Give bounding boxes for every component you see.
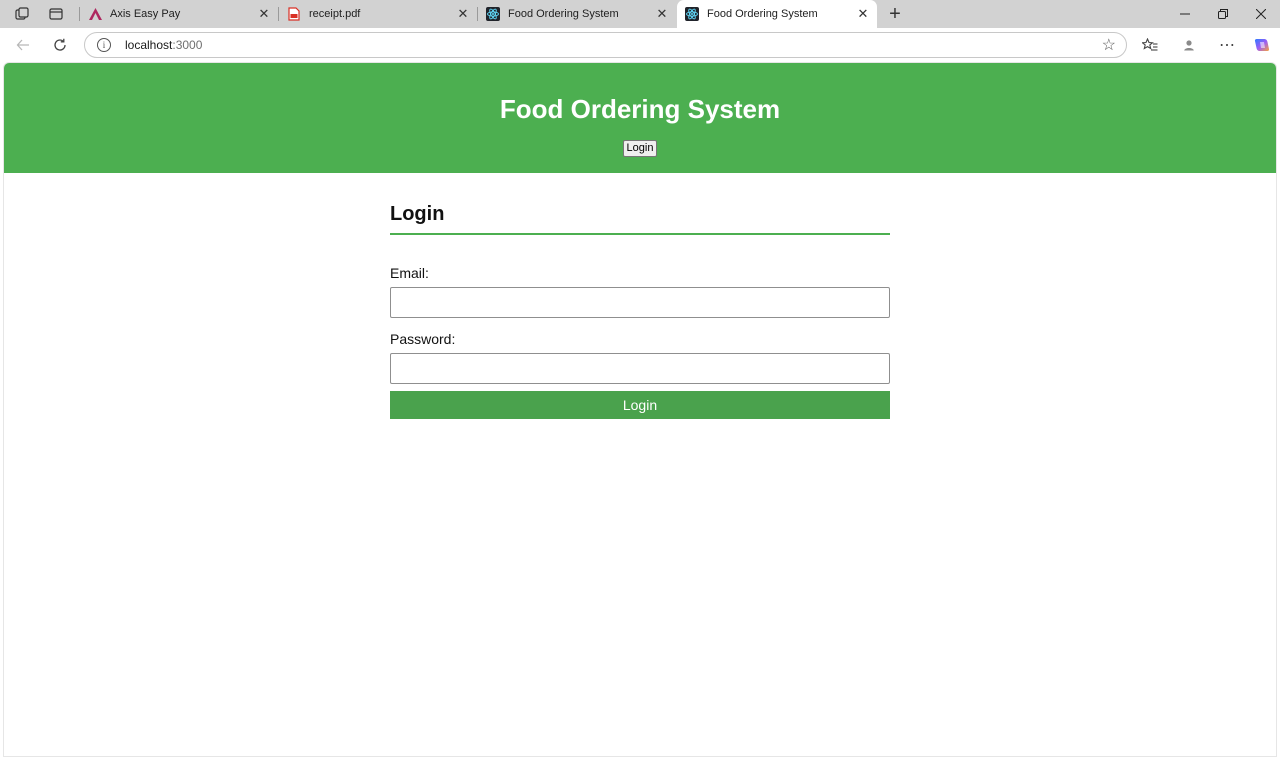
nav-login-button[interactable]: Login — [622, 140, 658, 157]
address-url[interactable]: localhost:3000 — [125, 38, 202, 52]
url-port: :3000 — [172, 38, 203, 52]
page-viewport: Food Ordering System Login Login Email: … — [3, 62, 1277, 757]
close-icon[interactable]: ✕ — [453, 4, 473, 24]
profile-icon[interactable] — [1175, 32, 1203, 58]
tab-receipt-pdf[interactable]: receipt.pdf ✕ — [279, 0, 477, 28]
tab-strip: Axis Easy Pay ✕ receipt.pdf ✕ Food Order… — [0, 0, 1280, 28]
favorite-star-icon[interactable]: ☆ — [1102, 35, 1116, 55]
close-icon[interactable]: ✕ — [853, 4, 873, 24]
browser-toolbar: i localhost:3000 ☆ ⋯ — [0, 28, 1280, 62]
close-icon[interactable]: ✕ — [254, 4, 274, 24]
favorites-icon[interactable] — [1136, 32, 1164, 58]
axis-logo-icon — [88, 7, 102, 21]
login-form: Login Email: Password: Login — [390, 203, 890, 419]
address-bar[interactable]: i localhost:3000 ☆ — [84, 32, 1127, 58]
copilot-icon[interactable] — [1248, 32, 1276, 58]
back-icon[interactable] — [9, 32, 37, 58]
url-host: localhost — [125, 38, 173, 52]
react-logo-icon — [685, 7, 699, 21]
tab-title: Food Ordering System — [508, 8, 619, 20]
email-label: Email: — [390, 265, 429, 281]
window-close-icon[interactable] — [1242, 0, 1280, 28]
tab-food-ordering-1[interactable]: Food Ordering System ✕ — [478, 0, 676, 28]
restore-icon[interactable] — [1204, 0, 1242, 28]
close-icon[interactable]: ✕ — [652, 4, 672, 24]
pdf-file-icon — [287, 7, 301, 21]
minimize-icon[interactable] — [1166, 0, 1204, 28]
email-field[interactable] — [390, 287, 890, 318]
app-header: Food Ordering System Login — [4, 63, 1276, 173]
site-info-icon[interactable]: i — [97, 38, 111, 52]
refresh-icon[interactable] — [46, 32, 74, 58]
password-field[interactable] — [390, 353, 890, 384]
tab-title: Food Ordering System — [707, 8, 818, 20]
tab-actions-icon[interactable] — [42, 2, 70, 26]
login-submit-button[interactable]: Login — [390, 391, 890, 419]
password-label: Password: — [390, 331, 456, 347]
more-menu-icon[interactable]: ⋯ — [1213, 32, 1241, 58]
new-tab-icon[interactable]: + — [881, 2, 909, 26]
tab-food-ordering-active[interactable]: Food Ordering System ✕ — [677, 0, 877, 28]
tab-axis-easy-pay[interactable]: Axis Easy Pay ✕ — [80, 0, 278, 28]
react-logo-icon — [486, 7, 500, 21]
tab-title: receipt.pdf — [309, 8, 361, 20]
tab-title: Axis Easy Pay — [110, 8, 181, 20]
page-title: Food Ordering System — [499, 94, 781, 124]
workspaces-icon[interactable] — [8, 2, 36, 26]
form-heading: Login — [390, 203, 890, 235]
